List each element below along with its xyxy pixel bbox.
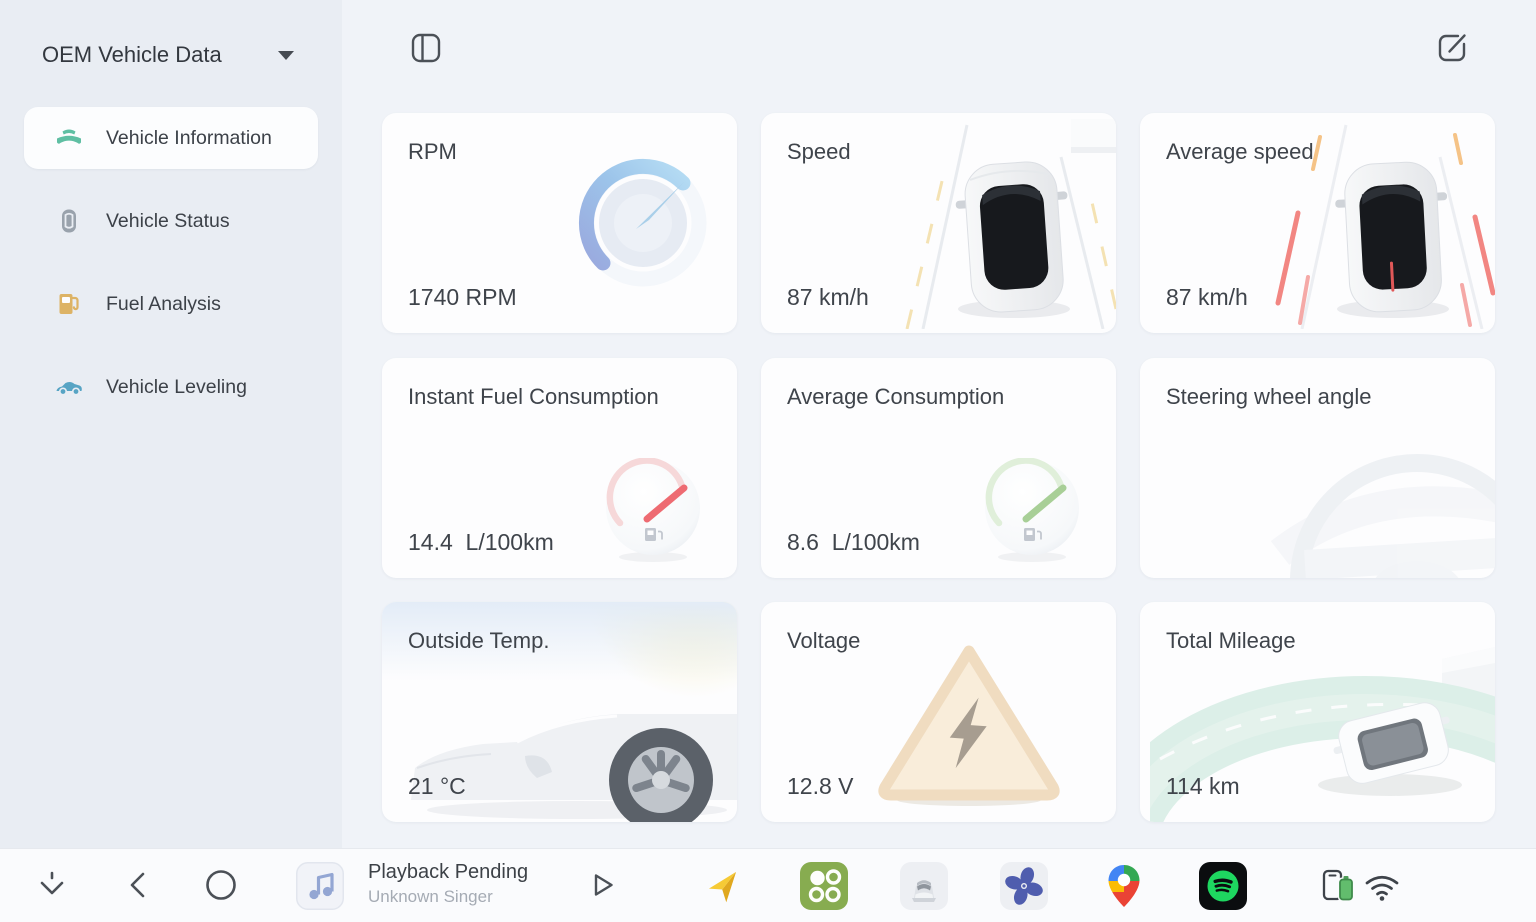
fuel-pump-icon: [54, 289, 84, 319]
home-button[interactable]: [202, 866, 240, 907]
fan-icon: [1000, 862, 1048, 910]
car-side-icon: [54, 372, 84, 402]
spotify-button[interactable]: [1199, 862, 1247, 913]
media-info[interactable]: Playback Pending Unknown Singer: [368, 861, 528, 907]
fuel-gauge-green-illustration: [982, 458, 1082, 564]
card-average-speed[interactable]: Average speed 8: [1140, 113, 1495, 333]
page-title: OEM Vehicle Data: [42, 42, 222, 68]
infotainment-screen: OEM Vehicle Data Vehicle Information Veh…: [0, 0, 1536, 922]
rpm-gauge-illustration: [563, 141, 723, 301]
sidebar-item-label: Vehicle Status: [106, 210, 230, 233]
navigation-app-button[interactable]: [704, 865, 746, 910]
media-artist: Unknown Singer: [368, 887, 528, 907]
vehicle-app-button[interactable]: [900, 862, 948, 913]
card-title: Average speed: [1166, 139, 1314, 165]
card-steering-wheel-angle[interactable]: Steering wheel angle: [1140, 358, 1495, 578]
card-title: Voltage: [787, 628, 860, 654]
card-rpm[interactable]: RPM 1740 RPM: [382, 113, 737, 333]
card-outside-temp[interactable]: Outside Temp. 21: [382, 602, 737, 822]
media-tile-button[interactable]: [296, 862, 344, 913]
home-icon: [202, 866, 240, 904]
split-view-button[interactable]: [406, 28, 446, 68]
card-value: 8.6 L/100km: [787, 529, 920, 556]
google-maps-icon: [1104, 863, 1144, 909]
split-view-icon: [406, 28, 446, 68]
google-maps-button[interactable]: [1104, 863, 1144, 912]
music-note-icon: [296, 862, 344, 910]
card-value: 1740 RPM: [408, 284, 517, 311]
sidebar-item-label: Vehicle Leveling: [106, 376, 247, 399]
warning-triangle-illustration: [864, 635, 1074, 810]
hide-panel-button[interactable]: [33, 866, 71, 907]
car-top-icon: [54, 206, 84, 236]
card-value: 87 km/h: [787, 284, 869, 311]
card-title: RPM: [408, 139, 457, 165]
card-title: Average Consumption: [787, 384, 1004, 410]
wifi-icon: [1362, 870, 1402, 909]
card-instant-fuel-consumption[interactable]: Instant Fuel Consumption 14.4 L/100km: [382, 358, 737, 578]
app-launcher-button[interactable]: [800, 862, 848, 913]
edit-layout-button[interactable]: [1432, 28, 1472, 68]
spotify-icon: [1199, 862, 1247, 910]
vehicle-app-icon: [900, 862, 948, 910]
sidebar-item-label: Vehicle Information: [106, 127, 272, 150]
card-value: 114 km: [1166, 773, 1240, 800]
edit-icon: [1432, 28, 1472, 68]
phone-battery-icon: [1316, 866, 1360, 911]
media-status: Playback Pending: [368, 861, 528, 884]
climate-app-button[interactable]: [1000, 862, 1048, 913]
sidebar-item-label: Fuel Analysis: [106, 293, 221, 316]
back-icon: [120, 866, 158, 904]
navigation-arrow-icon: [704, 865, 746, 907]
card-value: 21 °C: [408, 773, 466, 800]
card-value: 12.8 V: [787, 773, 854, 800]
sidebar: OEM Vehicle Data Vehicle Information Veh…: [0, 0, 342, 848]
sidebar-item-vehicle-leveling[interactable]: Vehicle Leveling: [24, 356, 318, 418]
car-front-icon: [54, 123, 84, 153]
chevron-down-icon: [278, 51, 294, 60]
card-average-consumption[interactable]: Average Consumption 8.6 L/100km: [761, 358, 1116, 578]
dock-bar: Playback Pending Unknown Singer: [0, 848, 1536, 922]
sidebar-item-vehicle-status[interactable]: Vehicle Status: [24, 190, 318, 252]
card-title: Steering wheel angle: [1166, 384, 1371, 410]
card-total-mileage[interactable]: Total Mileage 114 km: [1140, 602, 1495, 822]
card-value: 14.4 L/100km: [408, 529, 554, 556]
back-button[interactable]: [120, 866, 158, 907]
fuel-gauge-red-illustration: [603, 458, 703, 564]
play-button[interactable]: [582, 866, 620, 907]
app-launcher-icon: [800, 862, 848, 910]
hide-icon: [33, 866, 71, 904]
vehicle-data-menu-header[interactable]: OEM Vehicle Data: [42, 36, 308, 74]
card-value: 87 km/h: [1166, 284, 1248, 311]
card-speed[interactable]: Speed 87 km/h: [761, 113, 1116, 333]
card-title: Total Mileage: [1166, 628, 1296, 654]
steering-wheel-illustration: [1225, 393, 1495, 578]
sidebar-nav: Vehicle Information Vehicle Status Fuel …: [0, 107, 342, 439]
card-voltage[interactable]: Voltage 12.8 V: [761, 602, 1116, 822]
sidebar-item-vehicle-information[interactable]: Vehicle Information: [24, 107, 318, 169]
card-title: Speed: [787, 139, 851, 165]
sidebar-item-fuel-analysis[interactable]: Fuel Analysis: [24, 273, 318, 335]
card-title: Instant Fuel Consumption: [408, 384, 659, 410]
card-title: Outside Temp.: [408, 628, 549, 654]
play-icon: [582, 866, 620, 904]
